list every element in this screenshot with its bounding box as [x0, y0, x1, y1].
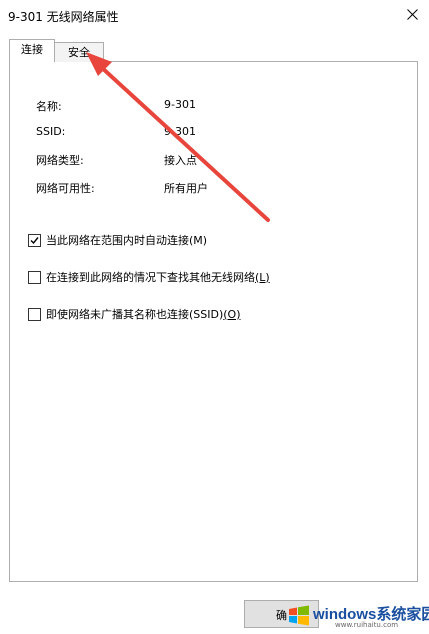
connect-hidden-ssid-key: (O) [223, 307, 241, 321]
ssid-label: SSID: [36, 125, 66, 138]
auto-connect-label: 当此网络在范围内时自动连接 [46, 234, 189, 247]
connect-hidden-ssid-checkbox[interactable]: 即使网络未广播其名称也连接(SSID) (O) [28, 306, 241, 322]
connect-hidden-ssid-label: 即使网络未广播其名称也连接(SSID) [46, 308, 224, 321]
window-title: 9-301 无线网络属性 [8, 10, 119, 24]
watermark-logo: windows系统家园 www.ruihaitu.com [283, 598, 429, 634]
ssid-value: 9-301 [164, 125, 196, 138]
windows-logo-icon [289, 605, 309, 626]
close-button[interactable] [400, 4, 426, 26]
tab-security[interactable]: 安全 [54, 42, 104, 62]
network-type-value: 接入点 [164, 154, 197, 167]
network-availability-value: 所有用户 [164, 182, 208, 195]
watermark-url: www.ruihaitu.com [335, 621, 399, 629]
auto-connect-key: (M) [189, 233, 208, 247]
checkmark-icon [30, 236, 39, 244]
checkbox-box[interactable] [28, 307, 41, 321]
find-other-networks-label: 在连接到此网络的情况下查找其他无线网络 [46, 271, 255, 284]
tab-connection[interactable]: 连接 [9, 39, 55, 62]
name-value: 9-301 [164, 98, 196, 111]
find-other-networks-checkbox[interactable]: 在连接到此网络的情况下查找其他无线网络 (L) [28, 269, 270, 285]
network-type-label: 网络类型: [36, 154, 84, 167]
checkbox-box[interactable] [28, 270, 41, 284]
name-label: 名称: [36, 100, 62, 113]
checkbox-box[interactable] [28, 233, 41, 247]
auto-connect-checkbox[interactable]: 当此网络在范围内时自动连接 (M) [28, 232, 207, 248]
properties-dialog: 9-301 无线网络属性 名称: 9-301 SSID: 9-301 网络类型:… [0, 0, 429, 634]
close-icon [407, 9, 418, 20]
network-availability-label: 网络可用性: [36, 182, 95, 195]
find-other-networks-key: (L) [255, 270, 270, 284]
